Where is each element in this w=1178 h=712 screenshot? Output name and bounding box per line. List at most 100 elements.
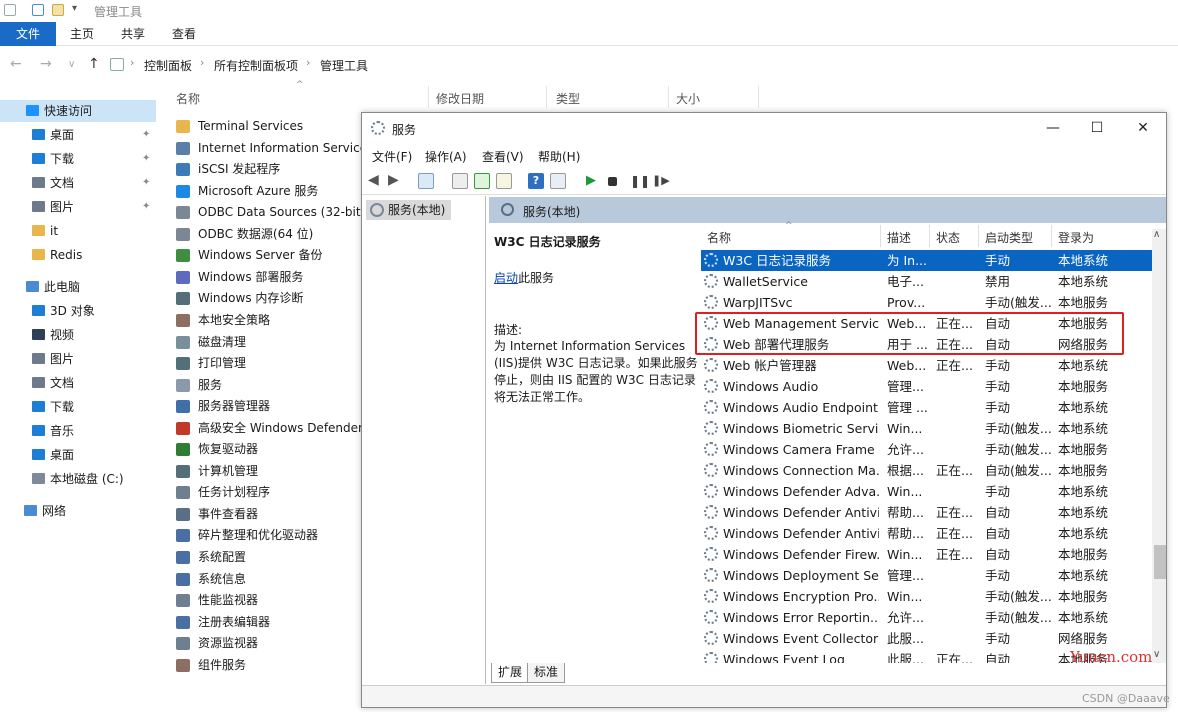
nav-item[interactable]: 音乐 xyxy=(0,420,156,442)
documents-icon xyxy=(32,177,45,188)
service-row[interactable]: W3C 日志记录服务 为 In... 手动 本地系统 xyxy=(701,250,1152,271)
nav-item[interactable]: 3D 对象 xyxy=(0,300,156,322)
column-size[interactable]: 大小 xyxy=(676,90,700,107)
file-item[interactable]: 注册表编辑器 xyxy=(176,612,366,633)
service-row[interactable]: Windows Error Reportin... 允许... 手动(触发... 本地… xyxy=(701,607,1152,628)
nav-item[interactable]: 本地磁盘 (C:) xyxy=(0,468,156,490)
file-item[interactable]: 打印管理 xyxy=(176,353,366,374)
column-name[interactable]: 名称 xyxy=(176,90,200,107)
service-row[interactable]: Windows Defender Adva... Win... 手动 本地系统 xyxy=(701,481,1152,502)
breadcrumb-separator[interactable]: › xyxy=(130,56,134,69)
service-row[interactable]: WalletService 电子... 禁用 本地系统 xyxy=(701,271,1152,292)
service-startup-cell: 手动(触发... xyxy=(985,589,1052,604)
file-item[interactable]: 高级安全 Windows Defender 防火墙 xyxy=(176,418,403,439)
file-item[interactable]: ODBC Data Sources (32-bit) xyxy=(176,202,366,223)
file-item[interactable]: 服务器管理器 xyxy=(176,396,366,417)
service-name-cell: Windows Biometric Servi... xyxy=(723,421,879,436)
scroll-up-icon[interactable]: ∧ xyxy=(1153,229,1160,240)
recent-locations-icon[interactable]: ∨ xyxy=(68,59,75,70)
service-row[interactable]: Web 帐户管理器 Web... 正在... 手动 本地系统 xyxy=(701,355,1152,376)
service-row[interactable]: Windows Camera Frame ... 允许... 手动(触发... 本地服… xyxy=(701,439,1152,460)
file-item[interactable]: 磁盘清理 xyxy=(176,332,366,353)
service-row[interactable]: Windows Connection Ma... 根据... 正在... 自动(触发.… xyxy=(701,460,1152,481)
nav-item[interactable]: Redis xyxy=(0,244,156,266)
service-row[interactable]: Windows Event Collector 此服... 手动 网络服务 xyxy=(701,628,1152,649)
forward-icon[interactable]: → xyxy=(40,56,52,72)
nav-item[interactable]: 图片 ✦ xyxy=(0,196,156,218)
column-divider[interactable] xyxy=(428,86,429,108)
ribbon-tab-file[interactable]: 文件 xyxy=(0,22,56,46)
customize-toolbar-icon[interactable]: ▾ xyxy=(72,3,77,14)
file-item[interactable]: iSCSI 发起程序 xyxy=(176,159,366,180)
file-item[interactable]: 组件服务 xyxy=(176,655,366,676)
tab-extended[interactable]: 扩展 xyxy=(491,663,530,683)
up-icon[interactable]: ↑ xyxy=(88,56,100,72)
file-item[interactable]: 事件查看器 xyxy=(176,504,366,525)
scrollbar-thumb[interactable] xyxy=(1154,545,1166,579)
file-item[interactable]: 性能监视器 xyxy=(176,590,366,611)
file-item[interactable]: Windows Server 备份 xyxy=(176,245,366,266)
tab-standard[interactable]: 标准 xyxy=(527,663,566,683)
file-item[interactable]: ODBC 数据源(64 位) xyxy=(176,224,366,245)
file-item[interactable]: Windows 内存诊断 xyxy=(176,288,366,309)
ribbon-tab-share[interactable]: 共享 xyxy=(107,22,159,46)
nav-item[interactable]: 下载 ✦ xyxy=(0,148,156,170)
back-icon[interactable]: ← xyxy=(10,56,22,72)
file-item[interactable]: 系统信息 xyxy=(176,569,366,590)
file-item[interactable]: Internet Information Services xyxy=(176,138,373,159)
file-item[interactable]: 任务计划程序 xyxy=(176,482,366,503)
service-logon-cell: 本地系统 xyxy=(1058,610,1109,625)
column-divider[interactable] xyxy=(758,86,759,108)
address-bar[interactable]: ← → ∨ ↑ › 控制面板 › 所有控制面板项 › 管理工具 xyxy=(0,52,1178,78)
nav-item[interactable]: 下载 xyxy=(0,396,156,418)
file-item[interactable]: 计算机管理 xyxy=(176,461,366,482)
file-item[interactable]: Windows 部署服务 xyxy=(176,267,366,288)
service-row[interactable]: Windows Defender Antivi... 帮助... 正在... 自动 本地… xyxy=(701,523,1152,544)
services-scrollbar[interactable]: ∧ ∨ xyxy=(1152,229,1166,663)
service-row[interactable]: Windows Biometric Servi... Win... 手动(触发...… xyxy=(701,418,1152,439)
column-divider[interactable] xyxy=(668,86,669,108)
file-item[interactable]: Microsoft Azure 服务 xyxy=(176,181,366,202)
service-startup-cell: 手动(触发... xyxy=(985,421,1052,436)
file-item[interactable]: 恢复驱动器 xyxy=(176,439,366,460)
ribbon-tab-view[interactable]: 查看 xyxy=(158,22,210,46)
nav-item[interactable]: 视频 xyxy=(0,324,156,346)
file-item-label: ODBC Data Sources (32-bit) xyxy=(198,205,366,220)
file-item[interactable]: Terminal Services xyxy=(176,116,366,137)
service-row[interactable]: Windows Defender Firew... Win... 正在... 自动 本地… xyxy=(701,544,1152,565)
nav-item[interactable]: 快速访问 xyxy=(0,100,156,122)
nav-item[interactable]: 网络 xyxy=(0,500,156,522)
nav-item[interactable]: 图片 xyxy=(0,348,156,370)
file-item[interactable]: 碎片整理和优化驱动器 xyxy=(176,525,366,546)
nav-item[interactable]: 文档 ✦ xyxy=(0,172,156,194)
service-logon-cell: 本地系统 xyxy=(1058,421,1109,436)
breadcrumb-control-panel[interactable]: 控制面板 xyxy=(144,57,192,74)
breadcrumb-separator[interactable]: › xyxy=(200,56,204,69)
breadcrumb-admin-tools[interactable]: 管理工具 xyxy=(320,57,368,74)
service-row[interactable]: Windows Deployment Se... 管理... 手动 本地系统 xyxy=(701,565,1152,586)
ribbon-tab-home[interactable]: 主页 xyxy=(56,22,108,46)
nav-item[interactable]: it xyxy=(0,220,156,242)
scroll-down-icon[interactable]: ∨ xyxy=(1153,649,1160,660)
file-item[interactable]: 资源监视器 xyxy=(176,633,366,654)
print-icon xyxy=(176,357,190,371)
service-row[interactable]: Windows Audio Endpoint... 管理 ... 手动 本地系统 xyxy=(701,397,1152,418)
properties-icon[interactable] xyxy=(32,4,44,16)
column-type[interactable]: 类型 xyxy=(556,90,580,107)
file-item[interactable]: 本地安全策略 xyxy=(176,310,366,331)
column-modified[interactable]: 修改日期 xyxy=(436,90,484,107)
breadcrumb-separator[interactable]: › xyxy=(306,56,310,69)
service-row[interactable]: Windows Defender Antivi... 帮助... 正在... 自动 本地… xyxy=(701,502,1152,523)
nav-item[interactable]: 文档 xyxy=(0,372,156,394)
nav-item[interactable]: 此电脑 xyxy=(0,276,156,298)
new-folder-icon[interactable] xyxy=(52,4,64,16)
service-row[interactable]: Windows Audio 管理... 手动 本地服务 xyxy=(701,376,1152,397)
service-row[interactable]: WarpJITSvc Prov... 手动(触发... 本地服务 xyxy=(701,292,1152,313)
nav-item[interactable]: 桌面 xyxy=(0,444,156,466)
breadcrumb-all-items[interactable]: 所有控制面板项 xyxy=(214,57,298,74)
column-divider[interactable] xyxy=(546,86,547,108)
file-item[interactable]: 系统配置 xyxy=(176,547,366,568)
nav-item[interactable]: 桌面 ✦ xyxy=(0,124,156,146)
file-item[interactable]: 服务 xyxy=(176,375,366,396)
service-row[interactable]: Windows Encryption Pro... Win... 手动(触发... 本… xyxy=(701,586,1152,607)
